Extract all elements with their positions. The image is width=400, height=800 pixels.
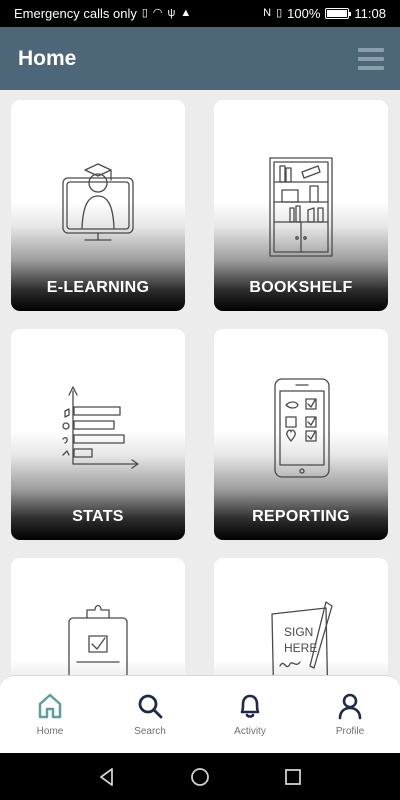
nav-home[interactable]: Home — [10, 692, 90, 737]
nav-search-label: Search — [134, 726, 166, 737]
nav-search[interactable]: Search — [110, 692, 190, 737]
tile-stats[interactable]: STATS — [11, 329, 185, 540]
profile-icon — [338, 693, 362, 720]
svg-text:SIGN: SIGN — [284, 625, 313, 639]
search-icon — [138, 694, 163, 719]
stats-illustration — [62, 386, 139, 469]
home-icon — [38, 693, 62, 719]
tile-label: E-LEARNING — [46, 279, 150, 296]
tile-label: REPORTING — [252, 508, 350, 525]
hamburger-menu-icon[interactable] — [358, 46, 384, 72]
carrier-text: Emergency calls only — [14, 6, 137, 21]
status-bar: Emergency calls only ▯ ◠ ψ ▲ N ▯ 100% 11… — [0, 0, 400, 27]
battery-percent: 100% — [287, 6, 321, 21]
nav-home-label: Home — [36, 726, 64, 737]
nav-profile[interactable]: Profile — [310, 692, 390, 737]
clock: 11:08 — [354, 6, 386, 21]
tile-clipboard[interactable] — [11, 558, 185, 675]
usb-icon: ψ — [167, 7, 176, 19]
svg-text:HERE: HERE — [284, 641, 317, 655]
bookshelf-illustration — [269, 157, 333, 257]
tile-bookshelf[interactable]: BOOKSHELF — [214, 100, 388, 311]
wifi-icon: ◠ — [152, 7, 163, 19]
page-title: Home — [18, 46, 77, 70]
app-bar: Home — [0, 27, 400, 90]
tile-label: STATS — [72, 508, 124, 525]
nav-activity[interactable]: Activity — [210, 692, 290, 737]
nav-profile-label: Profile — [335, 726, 365, 737]
tile-e-learning[interactable]: E-LEARNING — [11, 100, 185, 311]
tile-sign-here[interactable]: SIGN HERE — [214, 558, 388, 675]
battery-icon — [325, 8, 352, 19]
sim-icon: ▯ — [141, 7, 148, 19]
nfc-icon: N — [263, 7, 272, 19]
home-circle-icon[interactable] — [190, 767, 210, 787]
back-icon[interactable] — [97, 767, 117, 787]
nav-activity-label: Activity — [234, 726, 266, 737]
reporting-illustration — [274, 378, 330, 478]
e-learning-illustration — [62, 163, 134, 241]
bell-icon — [240, 694, 260, 718]
vibrate-icon: ▯ — [276, 7, 283, 19]
system-navigation-bar — [0, 753, 400, 800]
bottom-navigation: Home Search Activity Profile — [0, 675, 400, 753]
tile-grid: E-LEARNING BOOKSHELF STATS REPORTING SIG… — [0, 90, 400, 675]
status-right: N ▯ 100% 11:08 — [263, 6, 386, 21]
recents-square-icon[interactable] — [283, 767, 303, 787]
notification-bell-icon: ▲ — [180, 7, 192, 19]
status-left: Emergency calls only ▯ ◠ ψ ▲ — [14, 6, 191, 21]
clipboard-illustration — [68, 604, 128, 675]
tile-label: BOOKSHELF — [249, 279, 353, 296]
sign-here-illustration: SIGN HERE — [271, 601, 333, 675]
tile-reporting[interactable]: REPORTING — [214, 329, 388, 540]
